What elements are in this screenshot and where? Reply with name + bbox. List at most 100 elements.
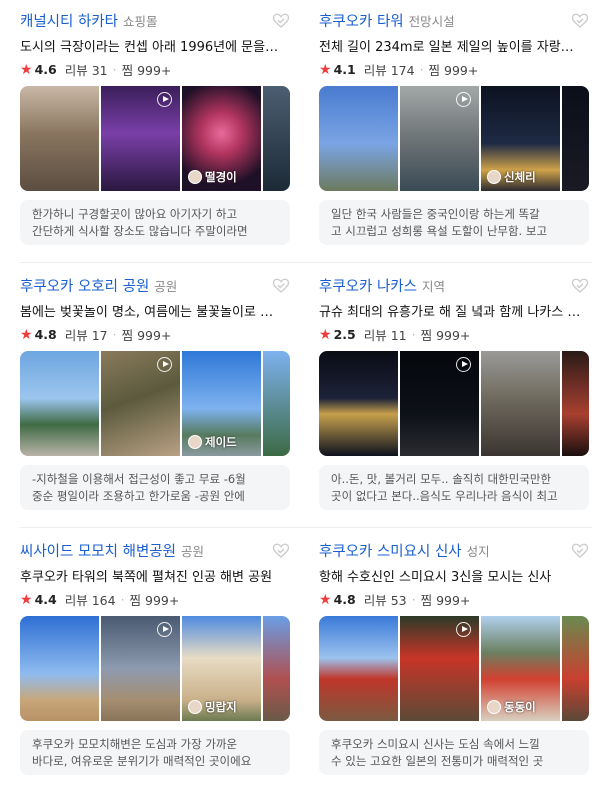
- photo[interactable]: [400, 86, 479, 191]
- place-description: 봄에는 벚꽃놀이 명소, 여름에는 불꽃놀이로 유명한 공원: [20, 305, 282, 320]
- place-card[interactable]: 후쿠오카 나카스 지역 규슈 최대의 유흥가로 해 질 녘과 함께 나카스 강변…: [319, 275, 589, 530]
- photo-strip[interactable]: 밍랍지: [20, 616, 290, 721]
- place-title[interactable]: 후쿠오카 스미요시 신사: [319, 540, 462, 561]
- review-text: 간단하게 식사할 장소도 많습니다 주말이라면: [32, 224, 248, 238]
- review-count[interactable]: 리뷰 174: [364, 60, 415, 79]
- save-count: 찜 999+: [428, 63, 479, 78]
- photo[interactable]: 신체리: [481, 86, 560, 191]
- review-text: 일단 한국 사람들은 중국인이랑 하는게 똑갈: [331, 207, 540, 221]
- review-text: 중순 평일이라 조용하고 한가로움 -공원 안에: [32, 489, 245, 503]
- save-count: 찜 999+: [121, 63, 172, 78]
- place-title[interactable]: 씨사이드 모모치 해변공원: [20, 540, 176, 561]
- photo-strip[interactable]: 신체리: [319, 86, 589, 191]
- place-card[interactable]: 후쿠오카 스미요시 신사 성지 항해 수호신인 스미요시 3신을 모시는 신사 …: [319, 540, 589, 795]
- photo-author-name: 떨경이: [205, 170, 237, 184]
- place-category: 성지: [466, 544, 490, 559]
- review-count[interactable]: 리뷰 53: [364, 590, 407, 609]
- photo[interactable]: [20, 616, 99, 721]
- place-card[interactable]: 씨사이드 모모치 해변공원 공원 후쿠오카 타워의 북쪽에 펼쳐진 인공 해변 …: [20, 540, 290, 795]
- photo[interactable]: [263, 616, 290, 721]
- photo[interactable]: [101, 86, 180, 191]
- rating-value: 4.6: [34, 62, 57, 77]
- review-snippet[interactable]: 아..돈, 맛, 볼거리 모두.. 솔직히 대한민국만한 곳이 없다고 본다..…: [319, 465, 589, 510]
- place-description: 도시의 극장이라는 컨셉 아래 1996년에 문을 연 복합 상업시설: [20, 40, 282, 55]
- photo-author-name: 제이드: [205, 435, 237, 449]
- photo-strip[interactable]: 떨경이: [20, 86, 290, 191]
- rating-value: 4.1: [333, 62, 356, 77]
- photo-author: 동동이: [487, 699, 536, 715]
- place-category: 지역: [422, 279, 446, 294]
- photo[interactable]: [101, 616, 180, 721]
- photo[interactable]: [20, 86, 99, 191]
- place-meta: ★ 4.4 리뷰 164 · 찜 999+: [20, 590, 180, 609]
- review-text: 수 있는 고요한 일본의 전통미가 매력적인 곳: [331, 754, 544, 768]
- star-icon: ★: [319, 61, 332, 78]
- photo-author-name: 신체리: [504, 170, 536, 184]
- place-title[interactable]: 후쿠오카 타워: [319, 10, 404, 31]
- photo[interactable]: [481, 351, 560, 456]
- save-count: 찜 999+: [420, 328, 471, 343]
- place-card[interactable]: 캐널시티 하카타 쇼핑몰 도시의 극장이라는 컨셉 아래 1996년에 문을 연…: [20, 10, 290, 265]
- avatar: [188, 170, 202, 184]
- photo[interactable]: [562, 351, 589, 456]
- avatar: [487, 700, 501, 714]
- photo-author-name: 밍랍지: [205, 700, 237, 714]
- place-title[interactable]: 후쿠오카 나카스: [319, 275, 417, 296]
- rating-value: 4.8: [333, 592, 356, 607]
- review-count[interactable]: 리뷰 11: [364, 325, 407, 344]
- review-snippet[interactable]: -지하철을 이용해서 접근성이 좋고 무료 -6월 중순 평일이라 조용하고 한…: [20, 465, 290, 510]
- place-meta: ★ 2.5 리뷰 11 · 찜 999+: [319, 325, 471, 344]
- avatar: [188, 435, 202, 449]
- rating-value: 2.5: [333, 327, 356, 342]
- review-snippet[interactable]: 한가하니 구경할곳이 많아요 아기자기 하고 간단하게 식사할 장소도 많습니다…: [20, 200, 290, 245]
- place-description: 규슈 최대의 유흥가로 해 질 녘과 함께 나카스 강변에 포장마차: [319, 305, 581, 320]
- review-snippet[interactable]: 후쿠오카 스미요시 신사는 도심 속에서 느낄 수 있는 고요한 일본의 전통미…: [319, 730, 589, 775]
- photo[interactable]: 밍랍지: [182, 616, 261, 721]
- review-snippet[interactable]: 후쿠오카 모모치해변은 도심과 가장 가까운 바다로, 여유로운 분위기가 매력…: [20, 730, 290, 775]
- heart-icon[interactable]: [571, 542, 589, 560]
- review-count[interactable]: 리뷰 17: [65, 325, 108, 344]
- photo[interactable]: [20, 351, 99, 456]
- photo[interactable]: [562, 616, 589, 721]
- photo-strip[interactable]: 동동이: [319, 616, 589, 721]
- photo[interactable]: 제이드: [182, 351, 261, 456]
- place-description: 전체 길이 234m로 일본 제일의 높이를 자랑하는 해변 타워: [319, 40, 581, 55]
- star-icon: ★: [319, 591, 332, 608]
- photo-strip[interactable]: [319, 351, 589, 456]
- photo[interactable]: [562, 86, 589, 191]
- review-count[interactable]: 리뷰 31: [65, 60, 108, 79]
- heart-icon[interactable]: [272, 12, 290, 30]
- review-count[interactable]: 리뷰 164: [65, 590, 116, 609]
- review-snippet[interactable]: 일단 한국 사람들은 중국인이랑 하는게 똑갈 고 시끄럽고 성희롱 욕설 도할…: [319, 200, 589, 245]
- photo[interactable]: [400, 616, 479, 721]
- photo-strip[interactable]: 제이드: [20, 351, 290, 456]
- play-icon: [456, 357, 471, 372]
- review-text: 곳이 없다고 본다..음식도 우리나라 음식이 최고: [331, 489, 558, 503]
- photo[interactable]: [263, 351, 290, 456]
- play-icon: [157, 92, 172, 107]
- photo-author-name: 동동이: [504, 700, 536, 714]
- heart-icon[interactable]: [272, 277, 290, 295]
- review-text: 바다로, 여유로운 분위기가 매력적인 곳이에요: [32, 754, 252, 768]
- heart-icon[interactable]: [571, 12, 589, 30]
- place-card[interactable]: 후쿠오카 타워 전망시설 전체 길이 234m로 일본 제일의 높이를 자랑하는…: [319, 10, 589, 265]
- avatar: [188, 700, 202, 714]
- place-title[interactable]: 캐널시티 하카타: [20, 10, 118, 31]
- place-card[interactable]: 후쿠오카 오호리 공원 공원 봄에는 벚꽃놀이 명소, 여름에는 불꽃놀이로 유…: [20, 275, 290, 530]
- photo[interactable]: [263, 86, 290, 191]
- photo[interactable]: [400, 351, 479, 456]
- photo[interactable]: 동동이: [481, 616, 560, 721]
- review-text: 후쿠오카 스미요시 신사는 도심 속에서 느낄: [331, 737, 540, 751]
- photo[interactable]: [319, 351, 398, 456]
- place-description: 항해 수호신인 스미요시 3신을 모시는 신사: [319, 570, 552, 585]
- photo-author: 신체리: [487, 169, 536, 185]
- photo[interactable]: [319, 86, 398, 191]
- place-title[interactable]: 후쿠오카 오호리 공원: [20, 275, 149, 296]
- star-icon: ★: [319, 326, 332, 343]
- heart-icon[interactable]: [571, 277, 589, 295]
- photo[interactable]: 떨경이: [182, 86, 261, 191]
- photo[interactable]: [319, 616, 398, 721]
- star-icon: ★: [20, 591, 33, 608]
- photo[interactable]: [101, 351, 180, 456]
- heart-icon[interactable]: [272, 542, 290, 560]
